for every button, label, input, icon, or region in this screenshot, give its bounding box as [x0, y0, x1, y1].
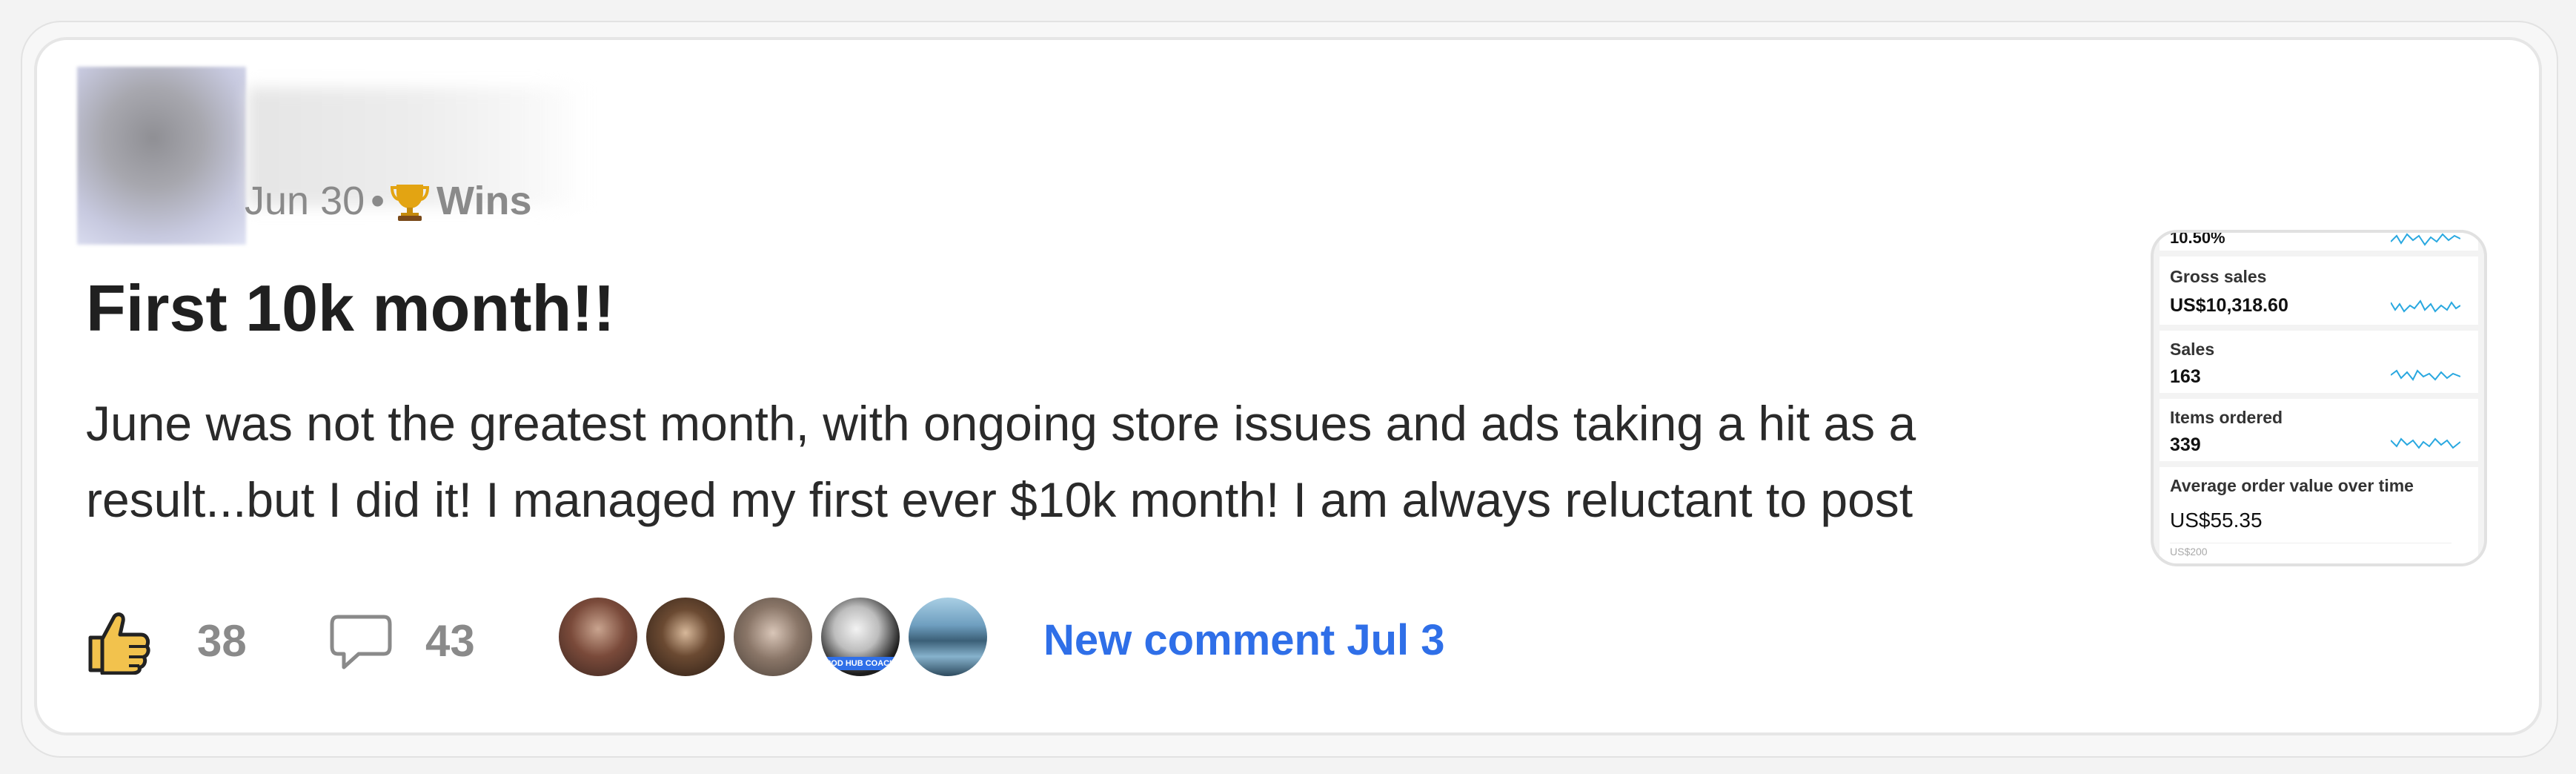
avatar[interactable]: POD HUB COACH	[818, 595, 903, 679]
thumb-label: Average order value over time	[2170, 476, 2414, 495]
author-avatar-blurred[interactable]	[77, 67, 246, 245]
post-category[interactable]: Wins	[436, 179, 532, 223]
thumb-value: US$55.35	[2170, 509, 2263, 532]
avatar[interactable]	[731, 595, 815, 679]
meta-separator: •	[371, 179, 385, 223]
sparkline-icon	[2391, 233, 2460, 246]
thumb-row-aov: Average order value over time US$55.35 U…	[2160, 467, 2478, 563]
sparkline-icon	[2391, 369, 2460, 381]
thumb-row-top: 10.50%	[2160, 230, 2478, 251]
avatar[interactable]	[643, 595, 728, 679]
avatar[interactable]	[906, 595, 990, 679]
thumb-label: Gross sales	[2170, 267, 2267, 286]
thumb-value: 163	[2170, 366, 2201, 387]
like-count: 38	[197, 616, 247, 666]
sparkline-icon	[2391, 437, 2460, 449]
thumb-axis-label: US$200	[2170, 546, 2208, 558]
post-excerpt-line: result...but I did it! I managed my firs…	[86, 472, 1913, 527]
thumb-row-items-ordered: Items ordered 339	[2160, 399, 2478, 461]
speech-bubble-icon[interactable]	[329, 612, 393, 673]
post-excerpt-line: June was not the greatest month, with on…	[86, 396, 1916, 451]
post-excerpt[interactable]: June was not the greatest month, with on…	[86, 386, 2102, 538]
comment-count: 43	[425, 616, 475, 666]
avatar[interactable]	[556, 595, 640, 679]
trophy-icon	[391, 180, 430, 234]
thumb-value: 339	[2170, 434, 2201, 455]
thumb-row-sales: Sales 163	[2160, 331, 2478, 393]
post-stats: 38 43 POD HUB COACH New comment Jul 3	[86, 593, 1568, 682]
thumb-value: US$10,318.60	[2170, 295, 2288, 316]
post-title[interactable]: First 10k month!!	[86, 271, 615, 345]
avatar-badge: POD HUB COACH	[821, 657, 900, 670]
thumb-label: Sales	[2170, 340, 2215, 359]
thumb-top-value: 10.50%	[2170, 230, 2225, 247]
post-meta: Jun 30 • Wins	[245, 175, 532, 234]
thumb-row-gross-sales: Gross sales US$10,318.60	[2160, 257, 2478, 325]
thumb-label: Items ordered	[2170, 408, 2283, 427]
new-comment-link[interactable]: New comment Jul 3	[1043, 615, 1444, 665]
post-date: Jun 30	[245, 179, 365, 223]
thumbs-up-icon[interactable]	[86, 609, 151, 675]
sparkline-icon	[2391, 300, 2460, 313]
post-thumbnail[interactable]: 10.50% Gross sales US$10,318.60 Sales 16…	[2151, 230, 2487, 566]
